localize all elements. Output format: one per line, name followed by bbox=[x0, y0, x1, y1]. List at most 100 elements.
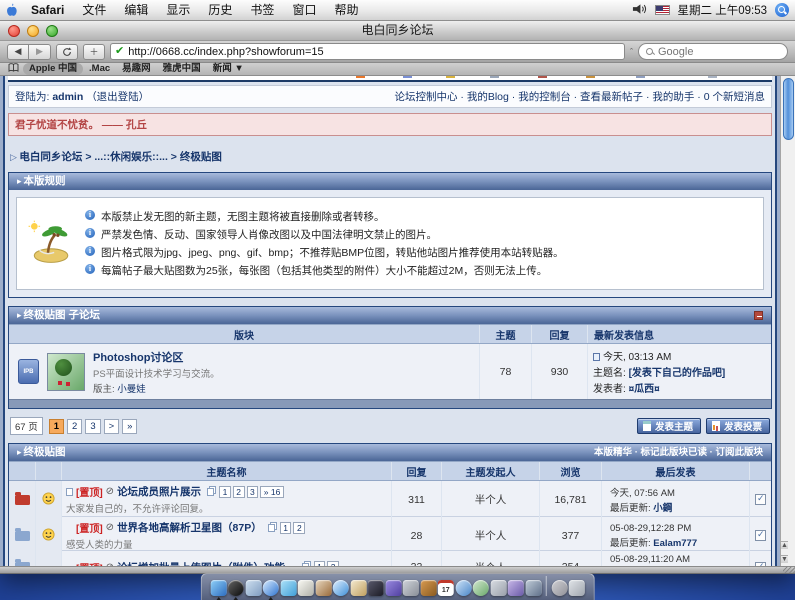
dock-icon-disk-utility[interactable] bbox=[403, 580, 419, 596]
select-checkbox[interactable] bbox=[755, 494, 766, 505]
dock-icon-system-preferences[interactable] bbox=[490, 580, 506, 596]
subforum-panel-header[interactable]: 终极贴图 子论坛 bbox=[9, 307, 771, 324]
user-link[interactable]: 我的助手 bbox=[652, 91, 694, 103]
thread-title-link[interactable]: 论坛成员照片展示 bbox=[117, 484, 201, 499]
input-language-flag-icon[interactable] bbox=[655, 5, 670, 15]
forward-button[interactable]: ▶ bbox=[29, 44, 51, 60]
last-poster-link[interactable]: ¤瓜西¤ bbox=[629, 384, 660, 395]
lastpost-user-link[interactable]: 小鋼 bbox=[653, 503, 672, 514]
select-checkbox[interactable] bbox=[755, 530, 766, 541]
thread-starter-link[interactable]: 半个人 bbox=[441, 517, 539, 554]
goto-post-icon[interactable] bbox=[593, 353, 600, 361]
google-search-field[interactable] bbox=[638, 43, 788, 60]
reload-button[interactable] bbox=[56, 44, 78, 60]
dock-icon-isync[interactable] bbox=[473, 580, 489, 596]
page-link[interactable]: 1 bbox=[49, 419, 64, 434]
board-tool-link[interactable]: 订阅此版块 bbox=[715, 447, 763, 458]
title-bar[interactable]: 电白同乡论坛 bbox=[0, 21, 795, 41]
menu-item[interactable]: Safari bbox=[22, 0, 73, 21]
user-link[interactable]: 查看最新帖子 bbox=[580, 91, 643, 103]
dock-icon-iphoto[interactable] bbox=[350, 580, 366, 596]
lastpost-user-link[interactable]: Ealam777 bbox=[653, 538, 697, 549]
breadcrumb-item[interactable]: 终极贴图 bbox=[180, 151, 222, 163]
moderator-link[interactable]: 小曼娃 bbox=[117, 384, 146, 395]
resize-grip[interactable] bbox=[783, 566, 795, 573]
scroll-up-button[interactable]: ▲ bbox=[781, 541, 788, 549]
minimize-button[interactable] bbox=[27, 25, 39, 37]
dock-icon-ical[interactable]: 17 bbox=[438, 580, 454, 596]
thread-page-link[interactable]: 3 bbox=[247, 486, 259, 498]
dock-icon-network[interactable] bbox=[551, 580, 567, 596]
apple-menu-icon[interactable] bbox=[0, 3, 22, 17]
dock-icon-itunes[interactable] bbox=[333, 580, 349, 596]
subforum-link[interactable]: Photoshop讨论区 bbox=[93, 349, 220, 365]
board-tool-link[interactable]: 标记此版块已读 bbox=[641, 447, 708, 458]
dock-icon-mail[interactable] bbox=[245, 580, 261, 596]
rules-panel-header[interactable]: 本版规则 bbox=[9, 173, 771, 190]
menu-item[interactable]: 显示 bbox=[157, 0, 199, 21]
thread-page-link[interactable]: » 16 bbox=[260, 486, 284, 498]
menu-item[interactable]: 书签 bbox=[241, 0, 283, 21]
thread-page-link[interactable]: 2 bbox=[293, 522, 305, 534]
username-link[interactable]: admin bbox=[52, 91, 83, 103]
thread-title-link[interactable]: 世界各地高解析卫星图（87P） bbox=[117, 520, 262, 535]
collapse-icon[interactable] bbox=[754, 311, 763, 320]
dock-icon-garageband[interactable] bbox=[420, 580, 436, 596]
thread-starter-link[interactable]: 半个人 bbox=[441, 551, 539, 566]
menu-clock[interactable]: 星期二 上午09:53 bbox=[678, 2, 767, 18]
dock-icon-dashboard[interactable] bbox=[228, 580, 244, 596]
search-input[interactable] bbox=[658, 46, 780, 58]
user-link[interactable]: 我的控制台 bbox=[518, 91, 571, 103]
menu-item[interactable]: 帮助 bbox=[325, 0, 367, 21]
zoom-button[interactable] bbox=[46, 25, 58, 37]
logout-link[interactable]: （退出登陆） bbox=[86, 91, 149, 103]
vertical-scrollbar[interactable]: ▲ ▼ bbox=[780, 76, 795, 566]
bookmark-item[interactable]: .Mac bbox=[83, 63, 116, 75]
dock-icon-quicktime[interactable] bbox=[455, 580, 471, 596]
thread-page-link[interactable]: 1 bbox=[219, 486, 231, 498]
volume-icon[interactable] bbox=[632, 3, 647, 18]
page-link[interactable]: 3 bbox=[85, 419, 100, 434]
dock-icon-ichat[interactable] bbox=[280, 580, 296, 596]
close-button[interactable] bbox=[8, 25, 20, 37]
last-topic-link[interactable]: [发表下自己的作品吧] bbox=[629, 368, 726, 379]
menu-item[interactable]: 编辑 bbox=[115, 0, 157, 21]
dock-icon-trash[interactable] bbox=[569, 580, 585, 596]
address-bar[interactable]: ✔ bbox=[110, 43, 625, 60]
scroll-down-button[interactable]: ▼ bbox=[781, 555, 788, 563]
dock-icon-idvd[interactable] bbox=[385, 580, 401, 596]
dock-icon-imovie[interactable] bbox=[368, 580, 384, 596]
menu-item[interactable]: 窗口 bbox=[283, 0, 325, 21]
user-link[interactable]: 我的Blog bbox=[467, 91, 509, 103]
bookmark-item[interactable]: 雅虎中国 bbox=[157, 63, 207, 75]
bookmark-item[interactable]: 易趣网 bbox=[116, 63, 157, 75]
bookmarks-book-icon[interactable] bbox=[8, 63, 19, 75]
dock-icon-finder[interactable] bbox=[210, 580, 226, 596]
new-topic-button[interactable]: 发表主题 bbox=[637, 418, 701, 434]
user-link[interactable]: 0 个新短消息 bbox=[704, 91, 765, 103]
new-poll-button[interactable]: 发表投票 bbox=[706, 418, 770, 434]
dock-icon-safari[interactable] bbox=[263, 580, 279, 596]
dock-icon-imovie-hd[interactable] bbox=[508, 580, 524, 596]
menu-item[interactable]: 文件 bbox=[73, 0, 115, 21]
page-link[interactable]: > bbox=[104, 419, 120, 434]
bookmark-item[interactable]: 新闻 ▼ bbox=[207, 63, 250, 75]
url-input[interactable] bbox=[128, 46, 620, 58]
page-link[interactable]: » bbox=[122, 419, 137, 434]
scrollbar-thumb[interactable] bbox=[783, 78, 794, 140]
page-link[interactable]: 2 bbox=[67, 419, 82, 434]
back-button[interactable]: ◀ bbox=[7, 44, 29, 60]
thread-starter-link[interactable]: 半个人 bbox=[441, 481, 539, 518]
dock-icon-textedit[interactable] bbox=[298, 580, 314, 596]
bookmark-item[interactable]: Apple 中国 bbox=[23, 63, 83, 75]
menu-item[interactable]: 历史 bbox=[199, 0, 241, 21]
thread-page-link[interactable]: 1 bbox=[280, 522, 292, 534]
breadcrumb-item[interactable]: ...::休闲娱乐::... bbox=[94, 151, 168, 163]
thread-page-link[interactable]: 2 bbox=[233, 486, 245, 498]
spotlight-icon[interactable] bbox=[775, 3, 789, 17]
user-link[interactable]: 论坛控制中心 bbox=[395, 91, 458, 103]
dock-icon-dvd-player[interactable] bbox=[525, 580, 541, 596]
board-tool-link[interactable]: 本版精华 bbox=[594, 447, 632, 458]
breadcrumb-item[interactable]: 电白同乡论坛 bbox=[19, 151, 82, 163]
add-bookmark-button[interactable]: ＋ bbox=[83, 44, 105, 60]
